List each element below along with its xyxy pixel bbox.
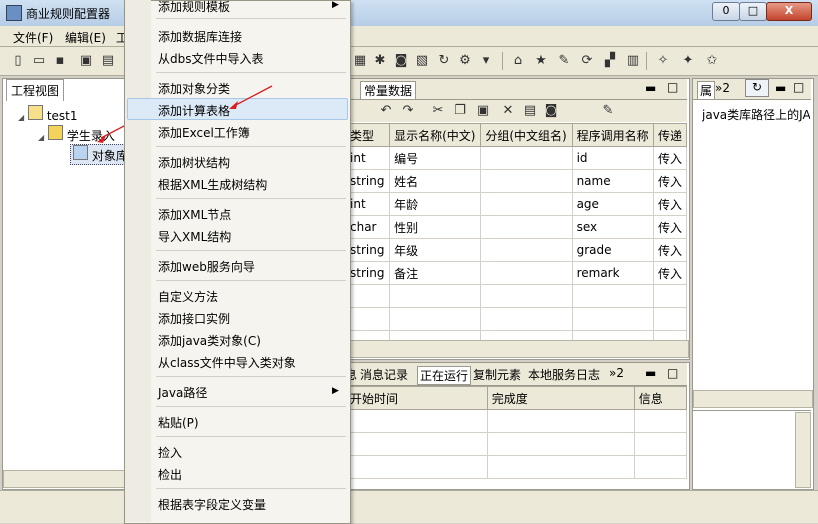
annotation-arrowhead xyxy=(97,135,106,143)
annotation-arrow-line xyxy=(233,85,273,107)
annotation-arrows xyxy=(97,85,273,143)
annotation-arrowhead xyxy=(229,101,238,109)
annotation-arrow-line xyxy=(100,125,125,139)
